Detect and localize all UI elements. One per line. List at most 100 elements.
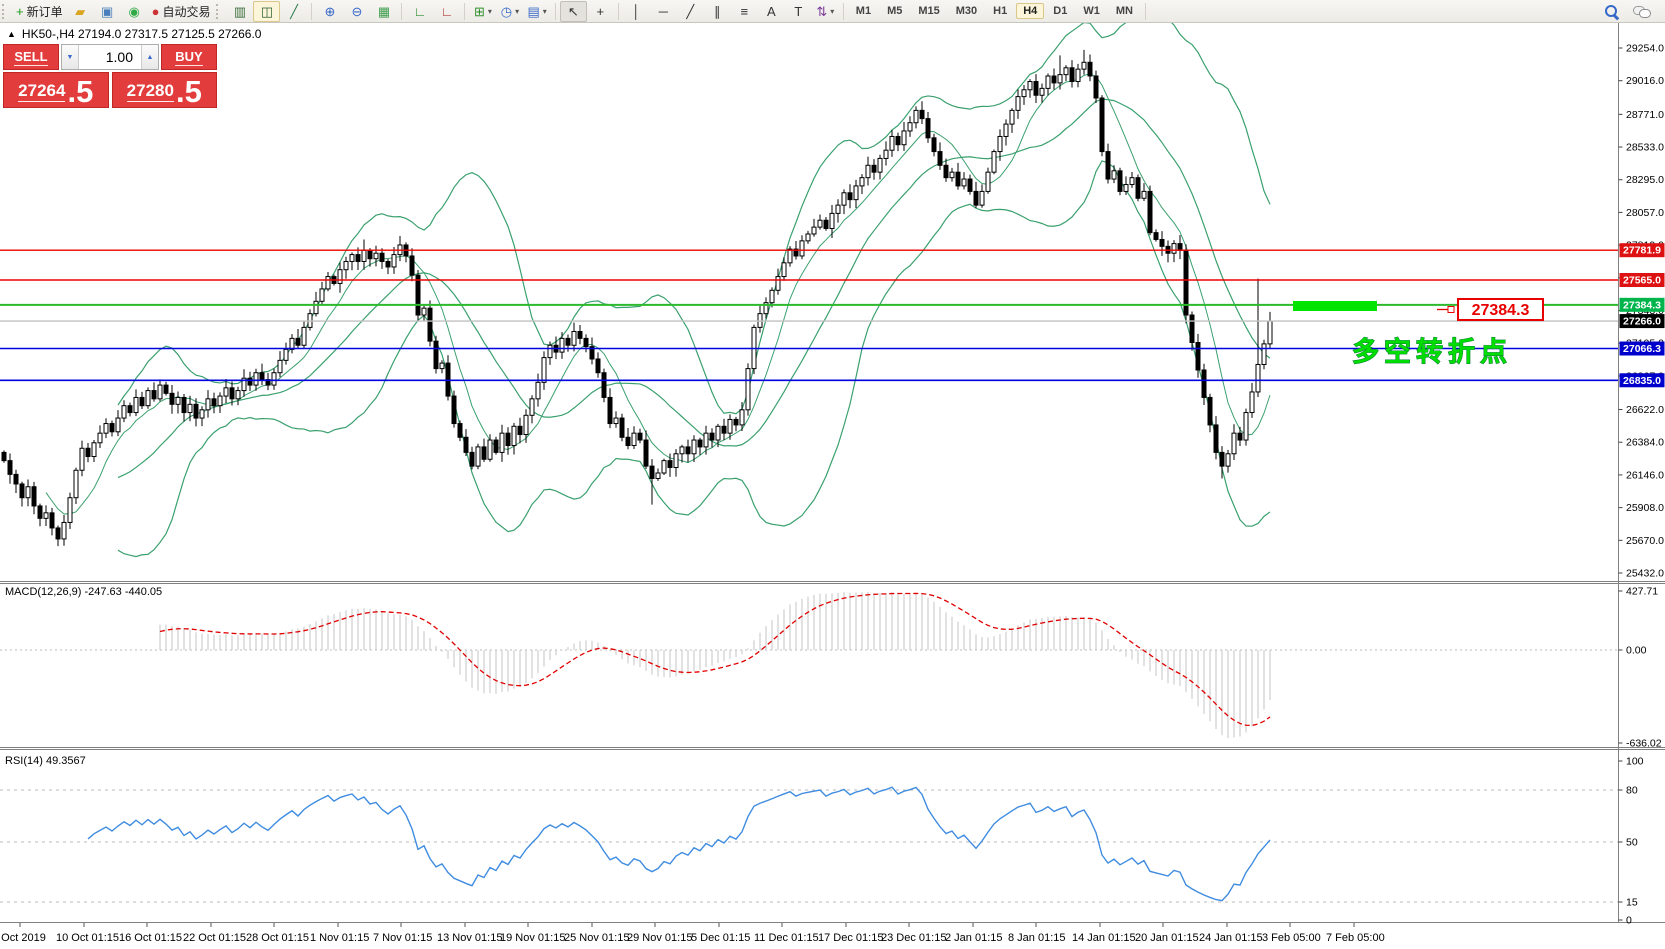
equidistant-channel-tool-button[interactable]: ∥ — [704, 1, 731, 22]
svg-text:17 Dec 01:15: 17 Dec 01:15 — [818, 932, 883, 944]
dropdown-caret-icon[interactable]: ▾ — [488, 7, 492, 16]
text-label-tool-button[interactable]: T — [785, 1, 812, 22]
toolbar-separator — [843, 3, 844, 20]
price-tag: 27565.0 — [1620, 273, 1665, 287]
svg-text:27384.3: 27384.3 — [1623, 299, 1661, 311]
auto-trading-button[interactable]: ●自动交易 — [148, 1, 215, 22]
auto-scroll-button[interactable]: ∟ — [406, 1, 433, 22]
arrows-tool-button[interactable]: ⇅▾ — [812, 1, 839, 22]
chat-icon[interactable] — [1633, 4, 1651, 19]
sell-button[interactable]: SELL — [3, 44, 59, 70]
toolbar-separator — [311, 3, 312, 20]
chart-shift-button[interactable]: ∟ — [433, 1, 460, 22]
svg-text:27565.0: 27565.0 — [1623, 275, 1661, 287]
line-chart-type-button[interactable]: ╱ — [280, 1, 307, 22]
toolbar-grip[interactable] — [2, 4, 8, 19]
svg-text:22 Oct 01:15: 22 Oct 01:15 — [183, 932, 246, 944]
green-highlight-box[interactable] — [1293, 301, 1377, 311]
toolbar-separator — [555, 3, 556, 20]
svg-text:25 Nov 01:15: 25 Nov 01:15 — [564, 932, 629, 944]
text-tool-icon: A — [767, 5, 776, 18]
fibonacci-tool-button[interactable]: ≡ — [731, 1, 758, 22]
svg-text:27266.0: 27266.0 — [1623, 316, 1661, 328]
dropdown-caret-icon[interactable]: ▾ — [515, 7, 519, 16]
svg-text:16 Oct 01:15: 16 Oct 01:15 — [119, 932, 182, 944]
auto-trading-icon: ● — [152, 5, 160, 18]
buy-price[interactable]: 27280.5 — [112, 72, 218, 108]
price-tag: 26835.0 — [1620, 373, 1665, 387]
equidistant-channel-tool-icon: ∥ — [714, 5, 721, 18]
chart-title[interactable]: ▲ HK50-,H4 27194.0 27317.5 27125.5 27266… — [7, 27, 261, 41]
timeframe-m15-button[interactable]: M15 — [911, 3, 946, 19]
svg-text:29 Nov 01:15: 29 Nov 01:15 — [627, 932, 692, 944]
timeframe-d1-button[interactable]: D1 — [1046, 3, 1074, 19]
svg-text:23 Dec 01:15: 23 Dec 01:15 — [881, 932, 946, 944]
volume-increase-button[interactable]: ▲ — [141, 45, 158, 69]
price-tag: 27266.0 — [1620, 314, 1665, 328]
svg-text:3 Oct 2019: 3 Oct 2019 — [0, 932, 46, 944]
toolbar-separator — [401, 3, 402, 20]
timeframe-m30-button[interactable]: M30 — [949, 3, 984, 19]
volume-spinner: ▼ 1.00 ▲ — [61, 44, 159, 70]
svg-text:80: 80 — [1626, 785, 1638, 797]
crosshair-button[interactable]: + — [587, 1, 614, 22]
candlestick-chart-type-button[interactable]: ◫ — [253, 1, 280, 22]
price-tag: 27781.9 — [1620, 243, 1665, 257]
collapse-triangle-icon[interactable]: ▲ — [7, 30, 16, 39]
market-button[interactable]: ▰ — [67, 1, 94, 22]
triangle-up-icon: ▲ — [147, 54, 154, 61]
svg-text:25670.0: 25670.0 — [1626, 535, 1664, 547]
sell-button-label: SELL — [14, 49, 47, 66]
vertical-line-tool-button[interactable]: │ — [623, 1, 650, 22]
text-tool-button[interactable]: A — [758, 1, 785, 22]
timeframe-m5-button[interactable]: M5 — [880, 3, 909, 19]
svg-text:13 Nov 01:15: 13 Nov 01:15 — [437, 932, 502, 944]
horizontal-line-tool-button[interactable]: ─ — [650, 1, 677, 22]
price-callout-text: 27384.3 — [1472, 302, 1530, 319]
signals-button[interactable]: ◉ — [121, 1, 148, 22]
tile-windows-button[interactable]: ▦ — [370, 1, 397, 22]
new-order-button[interactable]: +新订单 — [12, 1, 67, 22]
toolbar: +新订单▰▣◉●自动交易▥◫╱⊕⊖▦∟∟⊞▾◷▾▤▾↖+│─╱∥≡AT⇅▾M1M… — [0, 0, 1665, 23]
buy-button[interactable]: BUY — [161, 44, 217, 70]
terminal-window-icon: ▣ — [101, 5, 113, 18]
timeframe-h1-button[interactable]: H1 — [986, 3, 1014, 19]
chart-canvas[interactable]: 29254.029016.028771.028533.028295.028057… — [0, 0, 1665, 949]
toolbar-grip[interactable] — [216, 4, 222, 19]
svg-text:27066.3: 27066.3 — [1623, 343, 1661, 355]
timeframe-w1-button[interactable]: W1 — [1076, 3, 1107, 19]
fibonacci-tool-icon: ≡ — [741, 5, 749, 18]
trendline-tool-button[interactable]: ╱ — [677, 1, 704, 22]
periods-button[interactable]: ◷▾ — [496, 1, 523, 22]
one-click-trading-panel: SELL ▼ 1.00 ▲ BUY 27264.5 27280.5 — [3, 44, 217, 108]
signals-icon: ◉ — [128, 5, 139, 18]
cn-annotation-text[interactable]: 多空转折点 — [1352, 336, 1512, 368]
zoom-in-icon: ⊕ — [325, 5, 336, 18]
svg-text:11 Dec 01:15: 11 Dec 01:15 — [754, 932, 819, 944]
sell-price-main: 27264 — [18, 81, 65, 102]
new-chart-button[interactable]: ⊞▾ — [469, 1, 496, 22]
volume-decrease-button[interactable]: ▼ — [62, 45, 79, 69]
terminal-window-button[interactable]: ▣ — [94, 1, 121, 22]
dropdown-caret-icon[interactable]: ▾ — [543, 7, 547, 16]
zoom-in-button[interactable]: ⊕ — [316, 1, 343, 22]
toolbar-separator — [618, 3, 619, 20]
market-icon: ▰ — [75, 5, 85, 18]
dropdown-caret-icon[interactable]: ▾ — [830, 7, 834, 16]
search-icon[interactable] — [1604, 4, 1619, 19]
new-chart-icon: ⊞ — [474, 5, 485, 18]
line-chart-type-icon: ╱ — [290, 5, 298, 18]
svg-text:28057.0: 28057.0 — [1626, 207, 1664, 219]
candlestick-chart-type-icon: ◫ — [261, 5, 273, 18]
volume-value[interactable]: 1.00 — [79, 45, 141, 69]
timeframe-h4-button[interactable]: H4 — [1016, 3, 1044, 19]
zoom-out-button[interactable]: ⊖ — [343, 1, 370, 22]
auto-trading-label: 自动交易 — [162, 3, 210, 20]
bar-chart-type-button[interactable]: ▥ — [226, 1, 253, 22]
timeframe-mn-button[interactable]: MN — [1109, 3, 1140, 19]
timeframe-m1-button[interactable]: M1 — [849, 3, 878, 19]
sell-price[interactable]: 27264.5 — [3, 72, 109, 108]
templates-button[interactable]: ▤▾ — [523, 1, 550, 22]
cursor-button[interactable]: ↖ — [560, 1, 587, 22]
svg-text:24 Jan 01:15: 24 Jan 01:15 — [1199, 932, 1263, 944]
